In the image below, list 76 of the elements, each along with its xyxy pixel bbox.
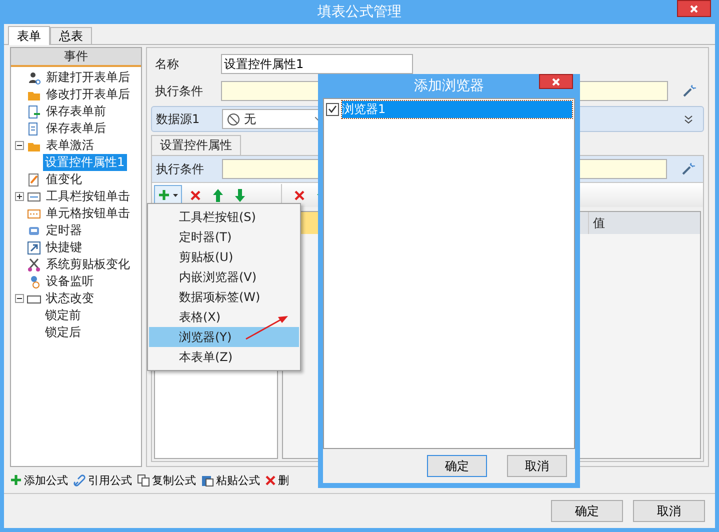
shortcut-icon xyxy=(27,240,41,254)
tree-item[interactable]: 单元格按钮单击 xyxy=(44,205,132,222)
field-label: 数据源1 xyxy=(156,110,201,128)
collapse-icon[interactable] xyxy=(15,141,24,150)
delete-icon xyxy=(265,474,276,486)
delete-icon xyxy=(190,190,201,200)
tree-item[interactable]: 锁定前 xyxy=(43,307,83,324)
tree-item[interactable]: 保存表单后 xyxy=(44,120,108,137)
close-icon xyxy=(690,4,698,12)
toolbar-button[interactable]: 复制公式 xyxy=(137,472,196,488)
field-label: 执行条件 xyxy=(156,160,205,178)
paste-icon xyxy=(201,474,214,486)
up-arrow-icon xyxy=(213,188,223,202)
delete-icon xyxy=(294,190,305,200)
tree-item[interactable]: 保存表单前 xyxy=(44,103,108,120)
toolbar-button[interactable]: 删 xyxy=(265,472,289,488)
person-icon xyxy=(27,70,41,84)
column-header: 值 xyxy=(588,212,700,234)
close-button[interactable] xyxy=(677,0,711,17)
add-button[interactable] xyxy=(154,185,182,205)
ok-button[interactable]: 确定 xyxy=(427,455,487,477)
scissors-icon xyxy=(27,258,41,272)
name-field[interactable]: 设置控件属性1 xyxy=(221,54,413,74)
toolbar-button[interactable]: 粘贴公式 xyxy=(201,472,260,488)
collapse-icon[interactable] xyxy=(15,294,24,303)
document-icon xyxy=(27,104,41,118)
menu-item[interactable]: 数据项标签(W) xyxy=(149,287,299,307)
tab[interactable]: 设置控件属性 xyxy=(151,135,241,155)
toolbar-button[interactable]: 添加公式 xyxy=(10,472,68,488)
none-icon xyxy=(227,112,240,126)
wand-icon[interactable] xyxy=(682,84,696,98)
tree-item[interactable]: 值变化 xyxy=(44,171,84,188)
tree-item[interactable]: 设备监听 xyxy=(44,273,96,290)
cancel-button[interactable]: 取消 xyxy=(507,455,567,477)
tab[interactable]: 总表 xyxy=(50,27,92,44)
menu-item[interactable]: 表格(X) xyxy=(149,307,299,327)
wand-icon[interactable] xyxy=(681,162,695,176)
tree-item[interactable]: 锁定后 xyxy=(43,324,83,341)
tree-item[interactable]: 状态改变 xyxy=(44,290,96,307)
field-label: 执行条件 xyxy=(155,82,204,100)
menu-item[interactable]: 定时器(T) xyxy=(149,227,299,247)
menu-item[interactable]: 本表单(Z) xyxy=(149,347,299,367)
toolbar-button[interactable]: 引用公式 xyxy=(73,472,132,488)
menu-item[interactable]: 工具栏按钮(S) xyxy=(149,207,299,227)
tree-item[interactable]: 快捷键 xyxy=(44,239,84,256)
menu-item[interactable]: 剪贴板(U) xyxy=(149,247,299,267)
copy-icon xyxy=(137,474,150,486)
field-label: 名称 xyxy=(155,56,180,72)
tree-item[interactable]: 新建打开表单后 xyxy=(44,69,132,86)
tab[interactable]: 表单 xyxy=(8,26,50,45)
down-arrow-icon xyxy=(235,188,245,202)
menu-item[interactable]: 浏览器(Y) xyxy=(149,327,299,347)
expand-icon[interactable] xyxy=(15,192,24,201)
tree-item[interactable]: 定时器 xyxy=(44,222,84,239)
close-button[interactable] xyxy=(539,74,573,89)
tree-item[interactable]: 修改打开表单后 xyxy=(44,86,132,103)
toolbar-icon xyxy=(27,190,41,204)
ok-button[interactable]: 确定 xyxy=(551,500,623,522)
cancel-button[interactable]: 取消 xyxy=(633,500,705,522)
tree-item[interactable]: 工具栏按钮单击 xyxy=(44,188,132,205)
caret-icon xyxy=(173,194,178,196)
check-icon xyxy=(328,105,337,113)
column-header: 事件 xyxy=(11,48,141,67)
dialog-title: 添加浏览器 xyxy=(414,77,484,95)
tree-item[interactable]: 系统剪贴板变化 xyxy=(44,256,132,273)
plus-icon xyxy=(10,474,22,486)
edit-icon xyxy=(27,172,41,186)
cell-button-icon xyxy=(27,206,41,220)
link-icon xyxy=(73,474,86,486)
close-icon xyxy=(552,78,560,86)
double-chevron-icon[interactable] xyxy=(684,114,693,124)
checkbox[interactable] xyxy=(326,102,339,116)
menu-item[interactable]: 内嵌浏览器(V) xyxy=(149,267,299,287)
tree-item[interactable]: 表单激活 xyxy=(44,137,96,154)
window-title: 填表公式管理 xyxy=(318,3,402,21)
plus-icon xyxy=(158,189,170,201)
